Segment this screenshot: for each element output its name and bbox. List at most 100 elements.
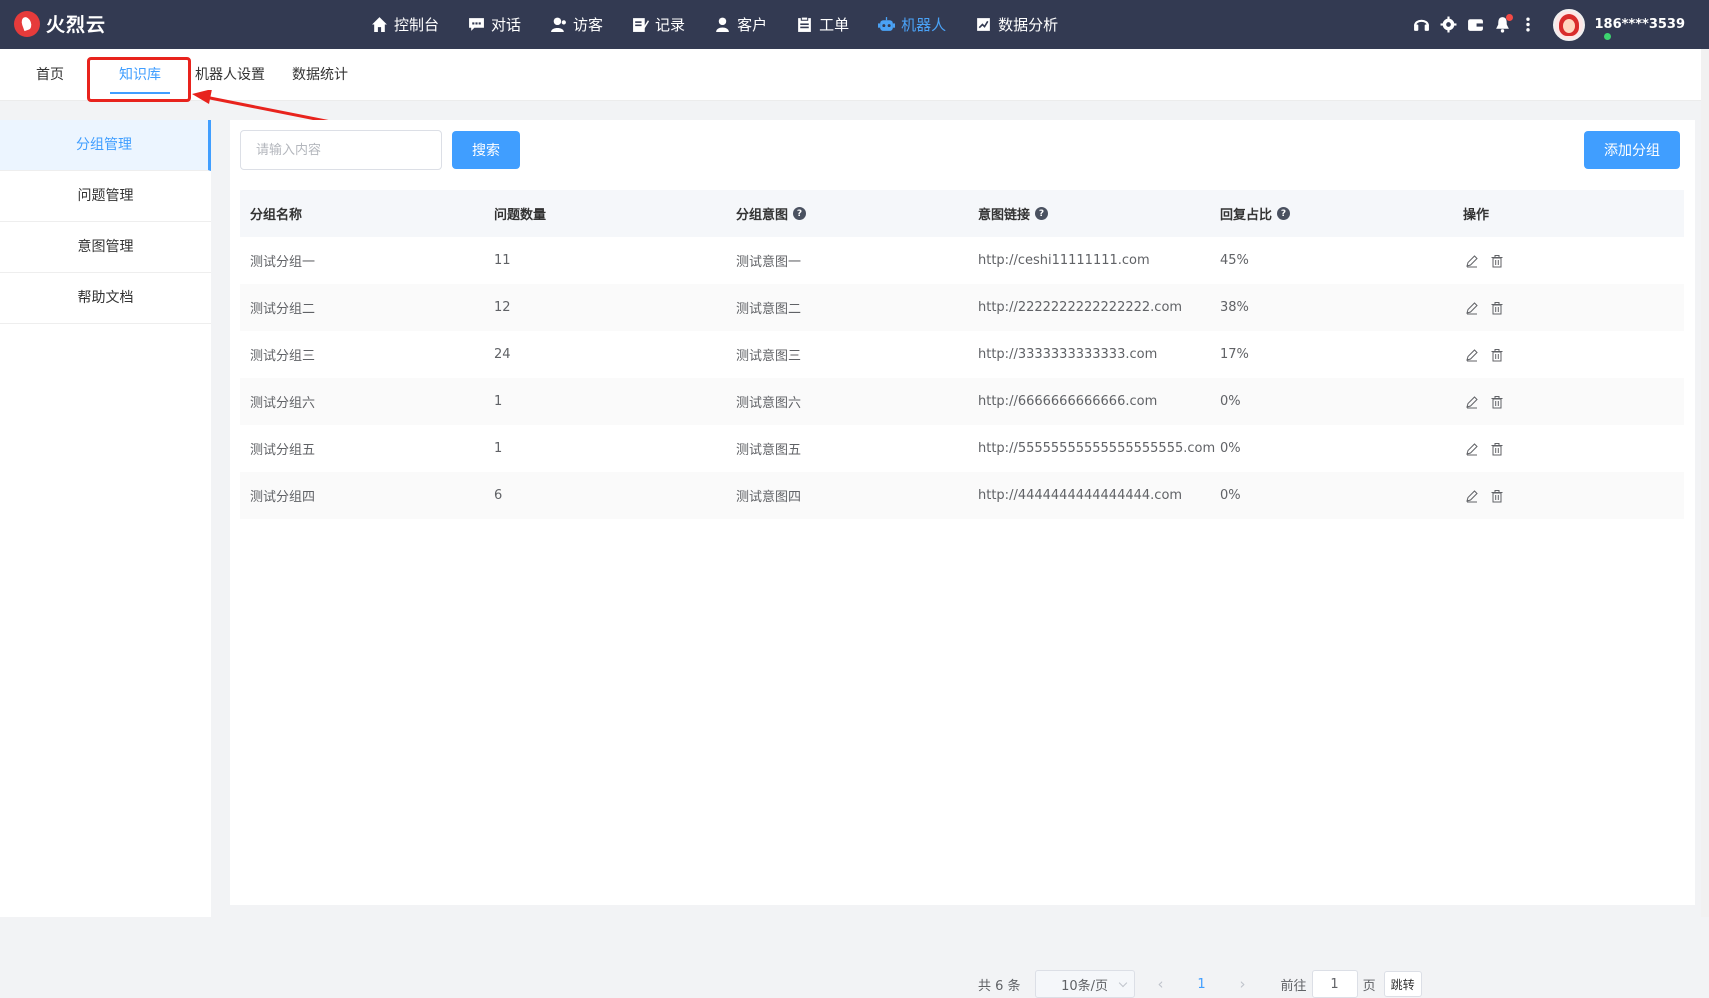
notification-dot bbox=[1506, 13, 1514, 21]
cell-group-intent: 测试意图五 bbox=[736, 443, 802, 458]
cell-reply-ratio: 45% bbox=[1220, 253, 1249, 268]
cell-group-intent: 测试意图三 bbox=[736, 349, 802, 364]
user-avatar[interactable] bbox=[1553, 8, 1586, 41]
edit-icon[interactable] bbox=[1465, 395, 1479, 409]
nav-item-chat[interactable]: 对话 bbox=[468, 0, 521, 49]
main-panel: 搜索 添加分组 分组名称 问题数量 分组意图? 意图链接? 回复占比? 操作 测… bbox=[230, 120, 1695, 998]
cell-question-count: 12 bbox=[494, 300, 511, 315]
header-tools: 186****3539 bbox=[1403, 0, 1685, 49]
help-icon[interactable]: ? bbox=[1277, 207, 1291, 220]
trash-icon[interactable] bbox=[1490, 254, 1504, 268]
robot-icon bbox=[878, 16, 896, 33]
cell-intent-link: http://6666666666666.com bbox=[978, 394, 1158, 409]
online-status-dot bbox=[1603, 32, 1612, 41]
table-body: 测试分组一 11 测试意图一 http://ceshi11111111.com 45% 测… bbox=[240, 237, 1684, 519]
nav-item-label: 客户 bbox=[737, 16, 768, 34]
column-header-question-count: 问题数量 bbox=[494, 208, 547, 223]
search-button[interactable]: 搜索 bbox=[452, 131, 520, 169]
edit-icon[interactable] bbox=[1465, 301, 1479, 315]
jump-button[interactable]: 跳转 bbox=[1383, 971, 1422, 997]
home-icon bbox=[371, 16, 388, 33]
cell-intent-link: http://3333333333333.com bbox=[978, 347, 1158, 362]
search-input[interactable] bbox=[240, 130, 442, 170]
help-icon[interactable]: ? bbox=[1035, 207, 1049, 220]
cell-reply-ratio: 0% bbox=[1220, 488, 1241, 503]
cell-question-count: 1 bbox=[494, 394, 503, 409]
table-row: 测试分组四 6 测试意图四 http://4444444444444444.com 0% bbox=[240, 472, 1684, 519]
cell-reply-ratio: 0% bbox=[1220, 394, 1241, 409]
cell-actions bbox=[1453, 348, 1684, 362]
bell-icon[interactable] bbox=[1493, 13, 1514, 34]
table-row: 测试分组三 24 测试意图三 http://3333333333333.com 17% bbox=[240, 331, 1684, 378]
cell-group-name: 测试分组五 bbox=[250, 443, 316, 458]
sidebar-item-intent-management[interactable]: 意图管理 bbox=[0, 222, 211, 273]
goto-suffix: 页 bbox=[1362, 978, 1376, 994]
page-size-select[interactable]: 10条/页 bbox=[1034, 970, 1135, 998]
main-nav: 控制台 对话 访客 记录 客户 工单 机器人 数据分析 bbox=[371, 0, 1087, 49]
app-logo[interactable]: 火烈云 bbox=[14, 10, 106, 37]
cell-group-intent: 测试意图四 bbox=[736, 490, 802, 505]
nav-item-tickets[interactable]: 工单 bbox=[796, 0, 849, 49]
edit-icon[interactable] bbox=[1465, 489, 1479, 503]
cell-question-count: 1 bbox=[494, 441, 503, 456]
goto-label: 前往 bbox=[1280, 978, 1307, 994]
nav-item-records[interactable]: 记录 bbox=[632, 0, 685, 49]
cell-group-name: 测试分组六 bbox=[250, 396, 316, 411]
cell-question-count: 6 bbox=[494, 488, 503, 503]
edit-icon[interactable] bbox=[1465, 442, 1479, 456]
cell-intent-link: http://2222222222222222.com bbox=[978, 300, 1183, 315]
cell-reply-ratio: 38% bbox=[1220, 300, 1249, 315]
goto-page-input[interactable] bbox=[1311, 970, 1358, 998]
nav-item-visitors[interactable]: 访客 bbox=[550, 0, 603, 49]
cell-question-count: 11 bbox=[494, 253, 511, 268]
pagination: 共 6 条 10条/页 ‹ 1 › 前往 页 跳转 bbox=[978, 970, 1422, 998]
table-header-row: 分组名称 问题数量 分组意图? 意图链接? 回复占比? 操作 bbox=[240, 190, 1684, 237]
customer-icon bbox=[714, 16, 731, 33]
cell-reply-ratio: 0% bbox=[1220, 441, 1241, 456]
trash-icon[interactable] bbox=[1490, 301, 1504, 315]
app-name: 火烈云 bbox=[46, 14, 107, 36]
annotation-highlight-box bbox=[87, 57, 191, 102]
user-name[interactable]: 186****3539 bbox=[1594, 17, 1685, 32]
cell-actions bbox=[1453, 254, 1684, 268]
more-vertical-icon[interactable] bbox=[1525, 16, 1531, 34]
cell-actions bbox=[1453, 489, 1684, 503]
cell-actions bbox=[1453, 395, 1684, 409]
help-icon[interactable]: ? bbox=[793, 207, 807, 220]
wallet-icon[interactable] bbox=[1466, 16, 1484, 34]
page-number-current[interactable]: 1 bbox=[1187, 977, 1217, 992]
chat-icon bbox=[468, 16, 485, 33]
cell-group-name: 测试分组二 bbox=[250, 302, 316, 317]
edit-icon[interactable] bbox=[1465, 254, 1479, 268]
tab-home[interactable]: 首页 bbox=[36, 49, 64, 101]
nav-item-robot[interactable]: 机器人 bbox=[878, 0, 946, 49]
gear-icon[interactable] bbox=[1439, 16, 1457, 34]
column-header-group-name: 分组名称 bbox=[250, 208, 303, 223]
table-row: 测试分组一 11 测试意图一 http://ceshi11111111.com 45% bbox=[240, 237, 1684, 284]
nav-item-customers[interactable]: 客户 bbox=[714, 0, 767, 49]
edit-icon[interactable] bbox=[1465, 348, 1479, 362]
cell-actions bbox=[1453, 442, 1684, 456]
cell-intent-link: http://55555555555555555555.com bbox=[978, 441, 1216, 456]
cell-group-intent: 测试意图二 bbox=[736, 302, 802, 317]
nav-item-label: 工单 bbox=[819, 16, 850, 34]
nav-item-analytics[interactable]: 数据分析 bbox=[975, 0, 1058, 49]
sidebar-item-help-docs[interactable]: 帮助文档 bbox=[0, 273, 211, 324]
record-icon bbox=[632, 16, 650, 33]
add-group-button[interactable]: 添加分组 bbox=[1584, 131, 1680, 169]
trash-icon[interactable] bbox=[1490, 489, 1504, 503]
page-scrollbar[interactable] bbox=[1701, 49, 1709, 917]
cell-group-name: 测试分组四 bbox=[250, 490, 316, 505]
next-page-icon[interactable]: › bbox=[1231, 975, 1255, 993]
trash-icon[interactable] bbox=[1490, 395, 1504, 409]
nav-item-dashboard[interactable]: 控制台 bbox=[371, 0, 439, 49]
trash-icon[interactable] bbox=[1490, 442, 1504, 456]
prev-page-icon[interactable]: ‹ bbox=[1149, 975, 1173, 993]
cell-group-name: 测试分组一 bbox=[250, 255, 316, 270]
nav-item-label: 访客 bbox=[573, 16, 604, 34]
trash-icon[interactable] bbox=[1490, 348, 1504, 362]
sidebar-item-group-management[interactable]: 分组管理 bbox=[0, 120, 211, 171]
headset-icon[interactable] bbox=[1412, 16, 1430, 34]
sidebar-item-question-management[interactable]: 问题管理 bbox=[0, 171, 211, 222]
group-table: 分组名称 问题数量 分组意图? 意图链接? 回复占比? 操作 测试分组一 11 测试… bbox=[240, 190, 1684, 519]
